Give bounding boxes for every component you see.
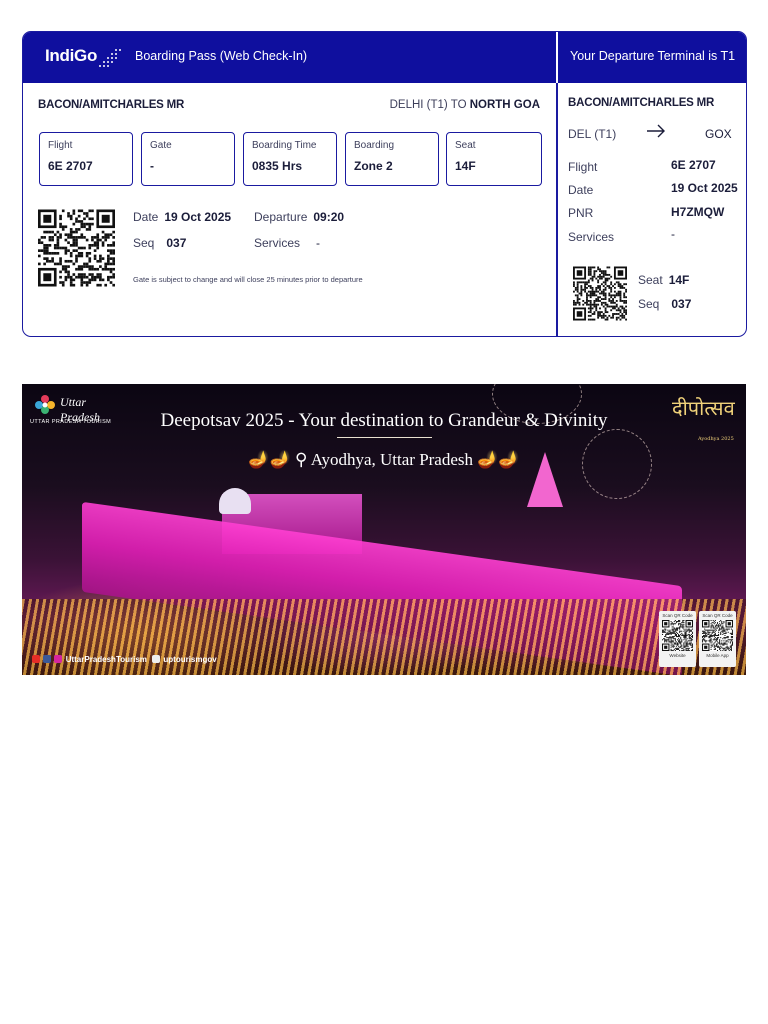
seat-value: 14F [455, 159, 476, 173]
lamp-icon: 🪔🪔 [477, 450, 520, 469]
pass-header: IndiGo Boarding Pass (Web Check-In) Your… [23, 32, 746, 83]
qr-code-icon [702, 620, 733, 651]
date-value: 19 Oct 2025 [164, 210, 232, 224]
route-to: NORTH GOA [469, 99, 540, 111]
seq-value: 037 [166, 236, 187, 250]
stub-seat-label: Seat [638, 273, 663, 287]
gate-value: - [150, 159, 154, 173]
seat-box: Seat 14F [446, 132, 542, 186]
location-pin-icon: ⚲ [294, 450, 308, 469]
departure-field: Departure 09:20 [254, 210, 344, 224]
subtitle-text: Ayodhya, Uttar Pradesh [310, 450, 474, 469]
stub-seq-value: 037 [671, 297, 692, 311]
flight-value: 6E 2707 [48, 159, 93, 173]
header-divider [556, 32, 558, 83]
gate-box: Gate - [141, 132, 235, 186]
boarding-pass: IndiGo Boarding Pass (Web Check-In) Your… [22, 31, 747, 337]
stub-services-value: - [671, 227, 675, 241]
passenger-name: BACON/AMITCHARLES MR [38, 99, 185, 111]
gate-label: Gate [150, 140, 172, 151]
seq-field: Seq 037 [133, 236, 186, 250]
youtube-icon[interactable] [32, 655, 40, 663]
services-field: Services - [254, 236, 320, 250]
event-logo-text: दीपोत्सव [672, 396, 735, 420]
flight-box: Flight 6E 2707 [39, 132, 133, 186]
stub-divider [556, 83, 558, 336]
boarding-zone-value: Zone 2 [354, 159, 393, 173]
deepotsav-banner[interactable]: Uttar Pradesh UTTAR PRADESH TOURISM Deep… [22, 384, 746, 675]
stub-pnr-value: H7ZMQW [671, 205, 725, 219]
boarding-zone-label: Boarding [354, 140, 395, 151]
route-to-word: TO [450, 99, 467, 111]
facebook-icon[interactable] [43, 655, 52, 663]
qr-card-title: Scan QR Code [702, 613, 733, 618]
stub-seat-value: 14F [668, 273, 690, 287]
boarding-time-label: Boarding Time [252, 140, 317, 151]
gate-note: Gate is subject to change and will close… [133, 275, 363, 284]
deepotsav-logo: दीपोत्सव Ayodhya 2025 [672, 394, 742, 442]
qr-card-title: Scan QR Code [662, 613, 693, 618]
banner-subtitle: 🪔🪔 ⚲ Ayodhya, Uttar Pradesh 🪔🪔 [22, 450, 746, 470]
qr-code-icon [38, 209, 115, 287]
instagram-icon[interactable] [54, 655, 63, 663]
stub-seat-field: Seat 14F [638, 273, 689, 287]
social-handles[interactable]: UttarPradeshTourism uptourismgov [32, 655, 217, 664]
terminal-notice: Your Departure Terminal is T1 [570, 49, 736, 63]
qr-code-icon [662, 620, 693, 651]
stub-qr-code-icon [573, 266, 627, 321]
boarding-time-value: 0835 Hrs [252, 159, 303, 173]
social-handle-x[interactable]: uptourismgov [163, 655, 216, 664]
lamp-icon: 🪔🪔 [248, 450, 291, 469]
flight-label: Flight [48, 140, 73, 151]
dome-graphic [219, 488, 251, 514]
qr-card-caption: Website [669, 653, 686, 658]
stub-services-label: Services [568, 230, 615, 244]
boarding-zone-box: Boarding Zone 2 [345, 132, 439, 186]
boarding-time-box: Boarding Time 0835 Hrs [243, 132, 337, 186]
stub-seq-field: Seq 037 [638, 297, 691, 311]
stub-pnr-label: PNR [568, 206, 594, 220]
route-from: DELHI (T1) [389, 99, 448, 111]
stub-flight-value: 6E 2707 [671, 158, 716, 172]
services-label: Services [254, 236, 301, 250]
stub-seq-label: Seq [638, 297, 660, 311]
banner-title: Deepotsav 2025 - Your destination to Gra… [160, 410, 608, 431]
website-qr-card[interactable]: Scan QR Code Website [659, 611, 696, 667]
pass-title: Boarding Pass (Web Check-In) [135, 49, 308, 63]
indigo-logo-icon [99, 49, 121, 67]
stub-date-value: 19 Oct 2025 [671, 181, 738, 195]
seat-label: Seat [455, 140, 476, 151]
social-handle[interactable]: UttarPradeshTourism [66, 655, 147, 664]
departure-label: Departure [254, 210, 308, 224]
date-label: Date [133, 210, 159, 224]
departure-value: 09:20 [313, 210, 345, 224]
ornament-divider [337, 437, 432, 438]
arrow-right-icon [647, 124, 665, 138]
x-icon[interactable] [152, 655, 161, 663]
date-field: Date 19 Oct 2025 [133, 210, 231, 224]
qr-card-caption: Mobile App [706, 653, 729, 658]
stub-passenger-name: BACON/AMITCHARLES MR [568, 97, 715, 109]
seq-label: Seq [133, 236, 155, 250]
event-logo-sub: Ayodhya 2025 [698, 436, 734, 442]
stub-to: GOX [705, 127, 732, 141]
airline-logo: IndiGo [45, 46, 98, 65]
services-value: - [316, 236, 321, 250]
route: DELHI (T1) TO NORTH GOA [390, 99, 540, 111]
mobile-app-qr-card[interactable]: Scan QR Code Mobile App [699, 611, 736, 667]
stub-from: DEL (T1) [568, 127, 617, 141]
stub-date-label: Date [568, 183, 594, 197]
stub-flight-label: Flight [568, 160, 598, 174]
